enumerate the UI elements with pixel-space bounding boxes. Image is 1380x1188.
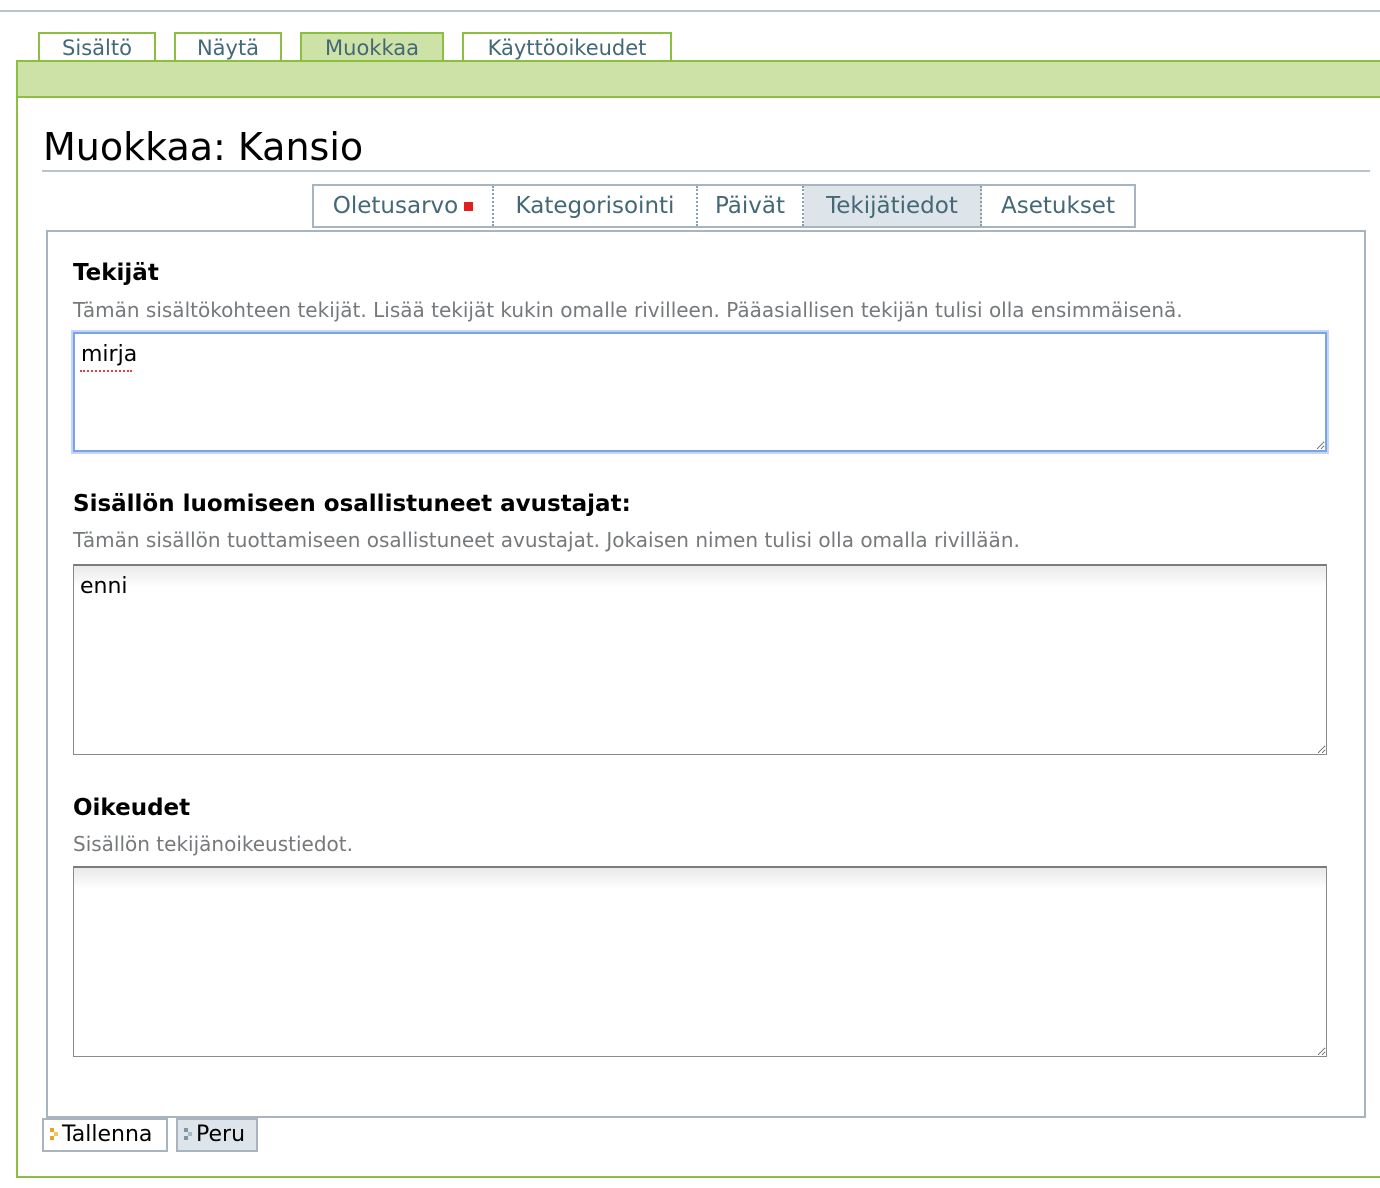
tab-asetukset[interactable]: Asetukset <box>982 186 1134 226</box>
page-title: Muokkaa: Kansio <box>43 125 364 169</box>
title-divider <box>42 170 1370 172</box>
tab-sisalto[interactable]: Sisältö <box>38 32 156 62</box>
creators-help: Tämän sisältökohteen tekijät. Lisää teki… <box>73 298 1183 322</box>
save-button[interactable]: Tallenna <box>42 1118 168 1152</box>
rights-help: Sisällön tekijänoikeustiedot. <box>73 832 353 856</box>
cancel-button-label: Peru <box>196 1122 246 1147</box>
contributors-textarea[interactable] <box>73 564 1327 755</box>
creators-textarea[interactable] <box>73 332 1327 452</box>
save-icon <box>50 1128 58 1142</box>
cancel-icon <box>184 1128 192 1142</box>
contributors-label: Sisällön luomiseen osallistuneet avustaj… <box>73 491 631 517</box>
rights-textarea[interactable] <box>73 866 1327 1057</box>
save-button-label: Tallenna <box>62 1122 153 1147</box>
contributors-help: Tämän sisällön tuottamiseen osallistunee… <box>73 528 1020 552</box>
tab-tekijatiedot[interactable]: Tekijätiedot <box>804 186 982 226</box>
spellcheck-underline <box>80 367 132 372</box>
content-actions-bar <box>16 60 1380 98</box>
tab-oletusarvo[interactable]: Oletusarvo <box>314 186 494 226</box>
rights-label: Oikeudet <box>73 795 191 821</box>
tab-oletusarvo-label: Oletusarvo <box>332 193 459 219</box>
tab-kategorisointi[interactable]: Kategorisointi <box>494 186 698 226</box>
tab-nayta[interactable]: Näytä <box>174 32 282 62</box>
form-tabs: Oletusarvo Kategorisointi Päivät Tekijät… <box>312 184 1136 228</box>
tab-kayttooikeudet[interactable]: Käyttöoikeudet <box>462 32 672 62</box>
required-marker-icon <box>464 202 474 211</box>
creators-label: Tekijät <box>73 260 159 286</box>
top-divider <box>0 10 1380 12</box>
cancel-button[interactable]: Peru <box>176 1118 258 1152</box>
tab-paivat[interactable]: Päivät <box>698 186 804 226</box>
